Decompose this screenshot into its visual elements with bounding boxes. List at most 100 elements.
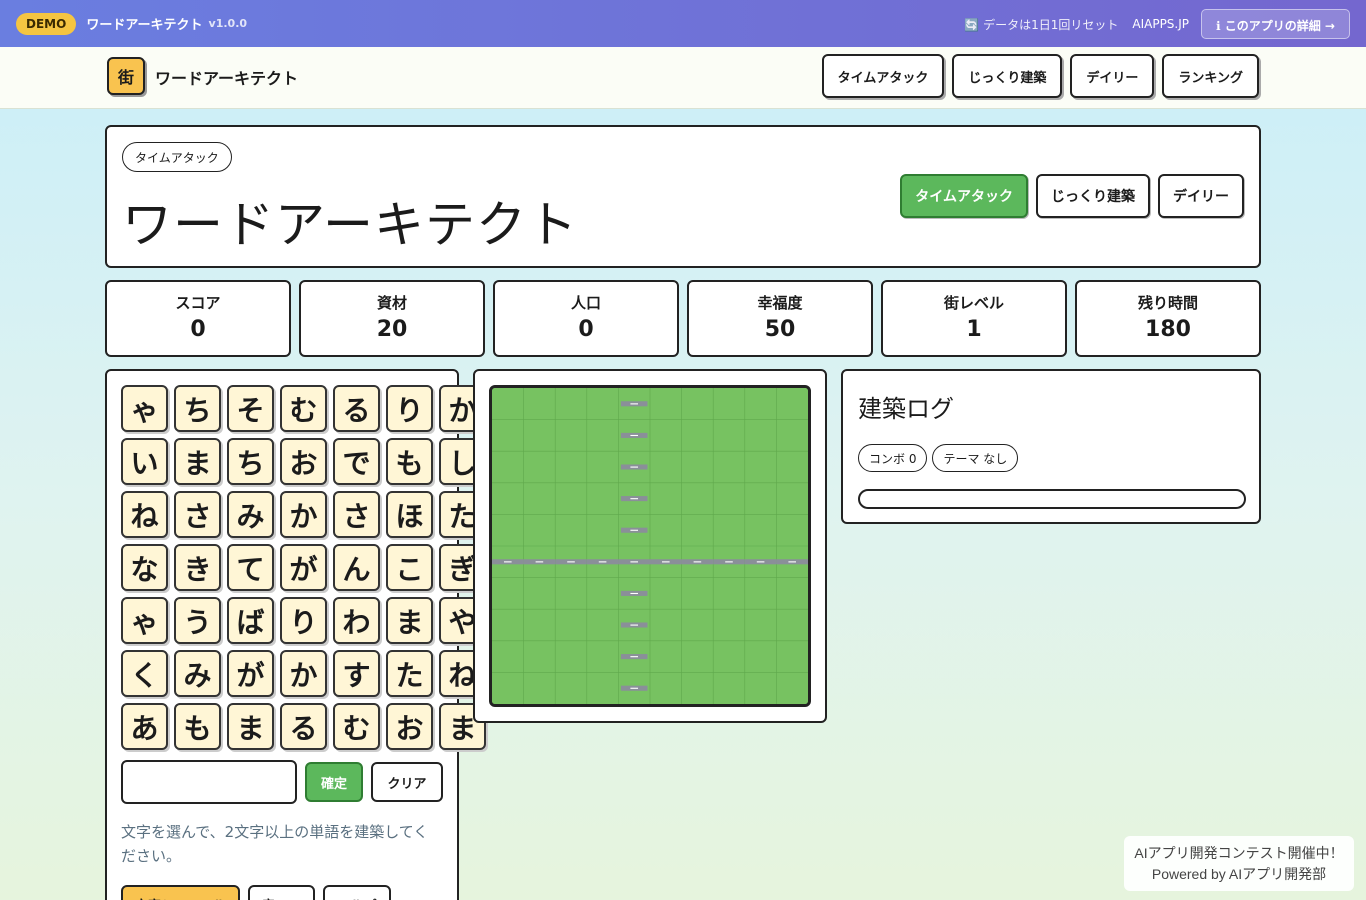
letter-tile[interactable]: お: [280, 438, 327, 485]
letter-tile[interactable]: お: [386, 703, 433, 750]
nav-daily[interactable]: デイリー: [1070, 54, 1155, 98]
stat-time-left: 残り時間 180: [1075, 280, 1261, 357]
letter-tile[interactable]: う: [174, 597, 221, 644]
brand-name[interactable]: ワードアーキテクト: [155, 65, 298, 89]
stat-label: 幸福度: [757, 294, 803, 312]
road-marking: [630, 624, 638, 626]
app-logo[interactable]: 街: [107, 57, 145, 95]
instruction-text: 文字を選んで、2文字以上の単語を建築してください。: [121, 823, 429, 865]
stat-label: 人口: [570, 294, 601, 312]
help-button[interactable]: ヘルプ: [323, 885, 391, 900]
letter-tile[interactable]: た: [386, 650, 433, 697]
confirm-button[interactable]: 確定: [305, 762, 363, 802]
letter-tile[interactable]: り: [386, 385, 433, 432]
nav-time-attack[interactable]: タイムアタック: [821, 54, 945, 98]
letter-tile[interactable]: ね: [121, 491, 168, 538]
letter-tile[interactable]: ち: [174, 385, 221, 432]
stat-value: 0: [578, 317, 594, 342]
letter-tile[interactable]: な: [121, 544, 168, 591]
letter-tile-grid: ゃちそむるりかいまちおでもしねさみかさほたなきてがんこぎゃうばりわまやくみがかす…: [121, 385, 491, 755]
contest-line: AIアプリ開発コンテスト開催中！: [1134, 845, 1344, 861]
build-log-title: 建築ログ: [858, 395, 954, 423]
road-marking: [693, 561, 702, 563]
letter-tile[interactable]: ま: [386, 597, 433, 644]
log-progress-bar: [858, 489, 1246, 509]
letter-tile[interactable]: ま: [227, 703, 274, 750]
nav-slow-build[interactable]: じっくり建築: [952, 54, 1063, 98]
letter-tile[interactable]: り: [280, 597, 327, 644]
letter-tile[interactable]: そ: [227, 385, 274, 432]
letter-tile[interactable]: か: [280, 491, 327, 538]
stat-label: スコア: [175, 294, 221, 312]
road-marking: [630, 687, 638, 689]
road-marking: [630, 434, 638, 437]
letter-tile[interactable]: ん: [333, 544, 380, 591]
stat-value: 50: [764, 317, 796, 342]
letter-tile[interactable]: わ: [333, 597, 380, 644]
letter-tile[interactable]: て: [227, 544, 274, 591]
sound-toggle-button[interactable]: 音 ON: [248, 885, 316, 900]
letter-tile[interactable]: さ: [333, 491, 380, 538]
mode-slow-build-button[interactable]: じっくり建築: [1036, 174, 1150, 218]
letter-tile[interactable]: が: [280, 544, 327, 591]
mode-time-attack-button[interactable]: タイムアタック: [900, 174, 1028, 218]
road-marking: [630, 592, 638, 595]
app-header: 街 ワードアーキテクト タイムアタック じっくり建築 デイリー ランキング: [0, 47, 1366, 109]
letter-tile[interactable]: ば: [227, 597, 274, 644]
stat-value: 0: [190, 317, 206, 342]
letter-tile[interactable]: ま: [174, 438, 221, 485]
letter-tile[interactable]: か: [280, 650, 327, 697]
letter-tile[interactable]: く: [121, 650, 168, 697]
theme-badge: テーマ なし: [932, 444, 1019, 472]
demo-bar-right: 🔄 データは1日1回リセット AIAPPS.JP ℹ このアプリの詳細 →: [964, 9, 1350, 39]
letter-tile[interactable]: る: [280, 703, 327, 750]
road-marking: [630, 561, 638, 563]
stat-score: スコア 0: [105, 280, 291, 357]
road-marking: [630, 498, 638, 500]
letter-tile[interactable]: ほ: [386, 491, 433, 538]
site-link[interactable]: AIAPPS.JP: [1132, 17, 1189, 31]
stats-row: スコア 0 資材 20 人口 0 幸福度 50 街レベル 1 残り時間 180: [105, 280, 1261, 357]
page-title: ワードアーキテクト: [122, 196, 578, 254]
letter-tile[interactable]: が: [227, 650, 274, 697]
letter-tile[interactable]: む: [280, 385, 327, 432]
road-marking: [725, 561, 733, 563]
utility-buttons: 文字シャッフル 音 ON ヘルプ: [121, 885, 391, 900]
letter-tile[interactable]: ゃ: [121, 385, 168, 432]
nav-ranking[interactable]: ランキング: [1162, 54, 1259, 98]
letter-tile[interactable]: き: [174, 544, 221, 591]
letter-tile[interactable]: い: [121, 438, 168, 485]
letter-tile[interactable]: み: [227, 491, 274, 538]
app-detail-button[interactable]: ℹ このアプリの詳細 →: [1201, 9, 1350, 39]
main-nav: タイムアタック じっくり建築 デイリー ランキング: [821, 54, 1259, 98]
letter-tile[interactable]: ち: [227, 438, 274, 485]
letter-tile[interactable]: こ: [386, 544, 433, 591]
stat-population: 人口 0: [493, 280, 679, 357]
contest-banner[interactable]: AIアプリ開発コンテスト開催中！ Powered by AIアプリ開発部: [1124, 836, 1354, 891]
letter-tile[interactable]: さ: [174, 491, 221, 538]
demo-bar: DEMO ワードアーキテクト v1.0.0 🔄 データは1日1回リセット AIA…: [0, 0, 1366, 47]
word-input[interactable]: [121, 760, 297, 804]
stat-label: 資材: [376, 294, 407, 312]
letter-tile[interactable]: も: [386, 438, 433, 485]
town-map-grid[interactable]: [492, 388, 808, 704]
letter-tile[interactable]: ゃ: [121, 597, 168, 644]
clear-button[interactable]: クリア: [371, 762, 443, 802]
letter-tile[interactable]: む: [333, 703, 380, 750]
road-marking: [504, 561, 512, 563]
mode-daily-button[interactable]: デイリー: [1158, 174, 1244, 218]
mode-selector: タイムアタック じっくり建築 デイリー: [900, 174, 1244, 218]
letter-tile[interactable]: で: [333, 438, 380, 485]
letter-tile[interactable]: あ: [121, 703, 168, 750]
demo-badge: DEMO: [16, 12, 77, 35]
letter-tile[interactable]: も: [174, 703, 221, 750]
stat-value: 20: [376, 317, 408, 342]
current-mode-pill: タイムアタック: [122, 142, 232, 172]
town-map[interactable]: [489, 385, 811, 707]
letter-tile[interactable]: み: [174, 650, 221, 697]
reset-note: 🔄 データは1日1回リセット: [964, 17, 1119, 32]
road-marking: [630, 529, 638, 531]
shuffle-button[interactable]: 文字シャッフル: [121, 885, 241, 900]
letter-tile[interactable]: す: [333, 650, 380, 697]
letter-tile[interactable]: る: [333, 385, 380, 432]
